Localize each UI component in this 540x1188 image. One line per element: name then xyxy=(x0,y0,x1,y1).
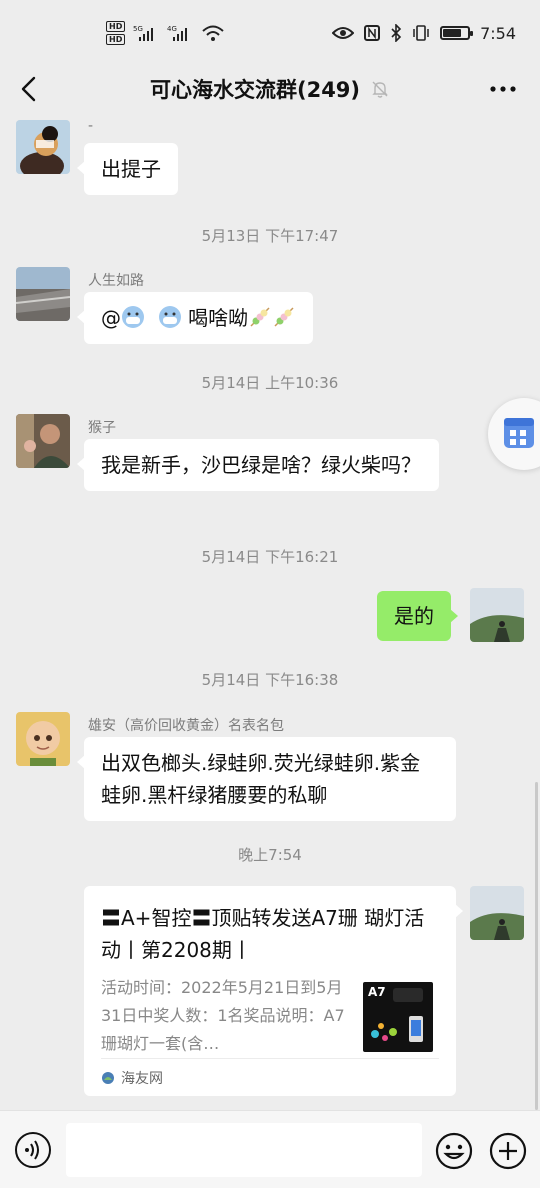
vibrate-icon xyxy=(413,25,429,41)
avatar-baby-icon xyxy=(16,712,70,766)
mask-face-emoji-icon xyxy=(122,306,144,328)
timestamp: 5月13日 下午17:47 xyxy=(201,227,339,245)
chat-area[interactable]: - 出提子 5月13日 下午17:47 人生如路 @ 喝啥呦 5月14日 上午1… xyxy=(0,112,540,1110)
network-right-label: 4G xyxy=(167,25,177,33)
bell-off-icon xyxy=(372,81,388,98)
card-title: 〓A+智控〓顶贴转发送A7珊 瑚灯活动丨第2208期丨 xyxy=(101,906,425,962)
sender-name: 猴子 xyxy=(88,420,116,436)
coral-light-icon xyxy=(371,988,423,1042)
avatar-mountain-icon xyxy=(470,588,524,642)
more-dots-icon[interactable] xyxy=(488,76,518,102)
avatar[interactable] xyxy=(16,267,70,321)
oden-skewer-emoji-icon xyxy=(274,307,294,327)
mask-face-emoji-icon xyxy=(158,306,181,328)
status-left: HD HD 5G 4G xyxy=(106,21,225,45)
status-right: 7:54 xyxy=(332,24,516,43)
globe-icon xyxy=(102,1071,114,1084)
card-body: 活动时间：2022年5月21日到5月31日中奖人数：1名奖品说明：A7珊瑚灯一套… xyxy=(101,974,439,1058)
card-description: 活动时间：2022年5月21日到5月31日中奖人数：1名奖品说明：A7珊瑚灯一套… xyxy=(101,978,345,1053)
hd-icon: HD HD xyxy=(106,21,126,45)
network-left-label: 5G xyxy=(133,25,143,33)
avatar-self[interactable] xyxy=(470,588,524,642)
sender-name: 人生如路 xyxy=(88,273,144,289)
card-source: 海友网 xyxy=(101,1058,439,1096)
avatar-mountain-icon xyxy=(470,886,524,940)
battery-icon xyxy=(440,26,474,40)
avatar-self[interactable] xyxy=(470,886,524,940)
signal-icon: 5G xyxy=(133,25,154,41)
link-card[interactable]: 〓A+智控〓顶贴转发送A7珊 瑚灯活动丨第2208期丨 活动时间：2022年5月… xyxy=(84,886,463,1096)
plus-circle-icon[interactable] xyxy=(488,1131,528,1171)
message-input[interactable] xyxy=(66,1123,422,1177)
message-bubble-outgoing[interactable]: 是的 xyxy=(377,591,458,641)
calendar-icon xyxy=(504,418,534,448)
avatar-photo-icon xyxy=(16,414,70,468)
message-bubble[interactable]: 出提子 xyxy=(77,143,178,195)
message-bubble[interactable]: 我是新手，沙巴绿是啥？绿火柴吗？ xyxy=(77,439,439,491)
mention-prefix: @ xyxy=(101,306,121,330)
timestamp: 5月14日 下午16:21 xyxy=(201,548,339,566)
floating-calendar-button[interactable] xyxy=(488,398,540,470)
chat-header: 可心海水交流群(249) xyxy=(0,66,540,112)
avatar-landscape-icon xyxy=(16,267,70,321)
message-text: 喝啥呦 xyxy=(188,306,249,330)
bluetooth-icon xyxy=(391,24,402,42)
message-bubble[interactable]: 出双色榔头.绿蛙卵.荧光绿蛙卵.紫金蛙卵.黑杆绿猪腰要的私聊 xyxy=(77,737,456,821)
wifi-icon xyxy=(202,25,225,41)
avatar[interactable] xyxy=(16,712,70,766)
signal-icon-2: 4G xyxy=(167,25,188,41)
card-source-name: 海友网 xyxy=(121,1070,163,1087)
back-icon[interactable] xyxy=(16,74,44,104)
sender-name: - xyxy=(88,118,94,134)
message-bubble[interactable]: @ 喝啥呦 xyxy=(76,292,314,344)
status-bar: HD HD 5G 4G 7:54 xyxy=(0,0,540,66)
timestamp: 晚上7:54 xyxy=(238,846,302,864)
emoji-icon[interactable] xyxy=(434,1131,474,1171)
scrollbar[interactable] xyxy=(535,782,538,1110)
timestamp: 5月14日 下午16:38 xyxy=(201,671,339,689)
nfc-icon xyxy=(364,25,381,41)
avatar-cartoon-icon xyxy=(16,120,70,174)
card-thumbnail: A7 xyxy=(363,982,433,1052)
status-time: 7:54 xyxy=(480,23,516,43)
timestamp: 5月14日 上午10:36 xyxy=(201,374,339,392)
input-bar xyxy=(0,1110,540,1188)
eye-icon xyxy=(332,27,355,39)
avatar[interactable] xyxy=(16,414,70,468)
sender-name: 雄安（高价回收黄金）名表名包 xyxy=(88,718,284,734)
voice-icon[interactable] xyxy=(14,1131,52,1169)
avatar[interactable] xyxy=(16,120,70,174)
chat-title: 可心海水交流群(249) xyxy=(149,78,361,102)
oden-skewer-emoji-icon xyxy=(250,307,270,327)
